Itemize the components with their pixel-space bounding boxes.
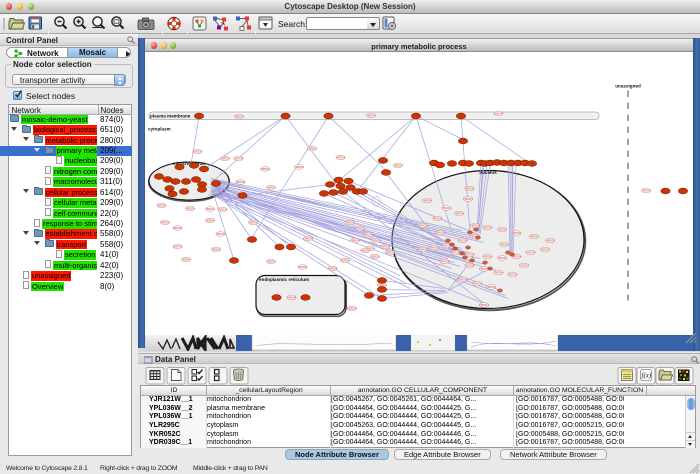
svg-text:YBR034: YBR034 [499,242,509,246]
svg-text:YBR034: YBR034 [236,180,246,184]
svg-text:YBR034: YBR034 [486,285,496,289]
svg-text:f(x): f(x) [642,372,652,380]
svg-text:YBR034: YBR034 [454,211,464,215]
svg-text:nucleus: nucleus [479,170,497,175]
svg-text:YBR034: YBR034 [185,206,195,210]
svg-text:YBR034: YBR034 [294,165,304,169]
svg-text:YBR034: YBR034 [483,225,493,229]
svg-text:YBR034: YBR034 [350,238,360,242]
svg-text:YBR034: YBR034 [355,226,365,230]
svg-text:YBR034: YBR034 [641,188,651,192]
svg-text:YBR034: YBR034 [458,277,468,281]
svg-text:YBR034: YBR034 [266,259,276,263]
svg-text:YBR034: YBR034 [472,281,482,285]
svg-text:unassigned: unassigned [615,83,641,88]
svg-text:YBR034: YBR034 [497,227,507,231]
svg-text:YBR034: YBR034 [545,238,555,242]
svg-text:YBR034: YBR034 [429,245,439,249]
svg-text:YBR034: YBR034 [234,114,244,118]
svg-text:cytoplasm: cytoplasm [148,126,171,131]
svg-text:YBR034: YBR034 [328,266,338,270]
svg-text:YBR034: YBR034 [370,254,380,258]
svg-text:YBR034: YBR034 [307,146,317,150]
svg-text:YBR034: YBR034 [363,232,373,236]
svg-text:YBR034: YBR034 [494,111,504,115]
svg-text:YBR034: YBR034 [360,248,370,252]
svg-text:YBR034: YBR034 [442,206,452,210]
svg-text:YBR034: YBR034 [287,295,297,299]
svg-text:YBR034: YBR034 [526,250,536,254]
svg-text:YBR034: YBR034 [205,218,215,222]
svg-text:YBR034: YBR034 [470,223,480,227]
svg-text:YBR034: YBR034 [465,263,475,267]
svg-text:YBR034: YBR034 [385,250,395,254]
svg-text:YBR034: YBR034 [303,236,313,240]
svg-text:YBR034: YBR034 [347,306,357,310]
svg-text:YBR034: YBR034 [248,220,258,224]
svg-text:YBR034: YBR034 [393,163,403,167]
svg-text:YBR034: YBR034 [298,265,308,269]
svg-text:YBR034: YBR034 [418,223,428,227]
svg-text:YBR034: YBR034 [345,220,355,224]
svg-text:YBR034: YBR034 [497,256,507,260]
svg-text:YBR034: YBR034 [266,185,276,189]
svg-text:YBR034: YBR034 [216,232,226,236]
svg-text:YBR034: YBR034 [340,258,350,262]
svg-text:YBR034: YBR034 [336,155,346,159]
svg-text:YBR034: YBR034 [465,186,475,190]
svg-text:YBR034: YBR034 [512,231,522,235]
svg-text:YBR034: YBR034 [540,247,550,251]
svg-text:YBR034: YBR034 [479,303,489,307]
svg-text:YBR034: YBR034 [380,244,390,248]
svg-text:YBR034: YBR034 [181,257,191,261]
svg-text:YBR034: YBR034 [234,156,244,160]
svg-text:YBR034: YBR034 [508,272,518,276]
svg-text:YBR034: YBR034 [260,167,270,171]
svg-text:YBR034: YBR034 [160,220,170,224]
svg-text:YBR034: YBR034 [435,230,445,234]
svg-text:YBR034: YBR034 [440,259,450,263]
svg-text:YBR034: YBR034 [433,216,443,220]
svg-text:YBR034: YBR034 [211,247,221,251]
svg-text:YBR034: YBR034 [157,203,167,207]
svg-text:YBR034: YBR034 [519,263,529,267]
svg-text:YBR034: YBR034 [418,247,428,251]
svg-text:YBR034: YBR034 [173,226,183,230]
svg-text:YBR034: YBR034 [463,197,473,201]
svg-text:YBR034: YBR034 [422,198,432,202]
svg-text:YBR034: YBR034 [193,149,203,153]
svg-text:YBR034: YBR034 [529,234,539,238]
svg-text:endoplasmic reticulum: endoplasmic reticulum [259,277,309,282]
svg-text:YBR034: YBR034 [483,254,493,258]
svg-text:YBR034: YBR034 [458,238,468,242]
svg-text:YBR034: YBR034 [220,156,230,160]
svg-text:plasma membrane: plasma membrane [150,113,191,118]
svg-text:YBR034: YBR034 [173,244,183,248]
svg-text:YBR034: YBR034 [371,238,381,242]
svg-text:YBR034: YBR034 [494,270,504,274]
svg-text:YBR034: YBR034 [218,207,228,211]
svg-text:YBR034: YBR034 [205,207,215,211]
svg-text:YBR034: YBR034 [366,113,376,117]
